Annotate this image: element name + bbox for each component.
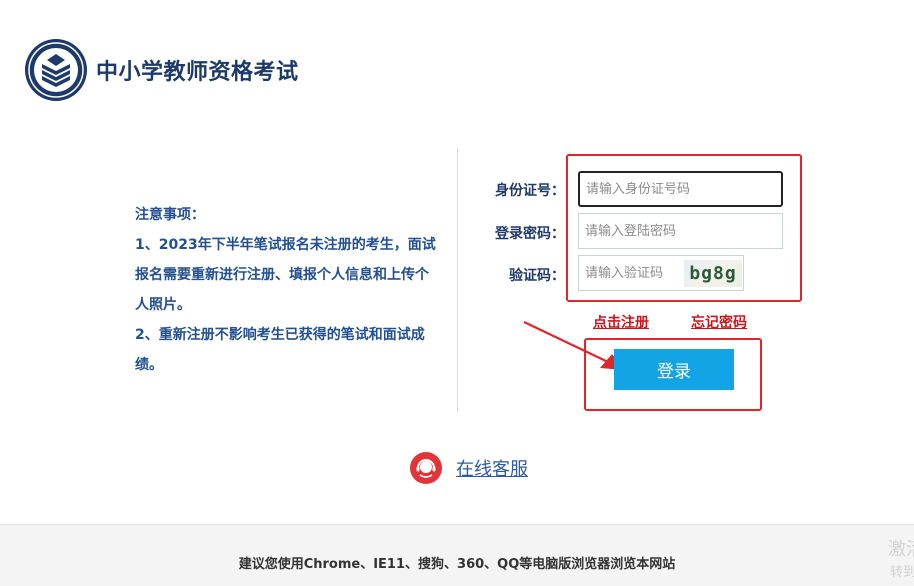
activation-watermark: 激活 xyxy=(888,539,914,560)
forgot-password-link[interactable]: 忘记密码 xyxy=(691,312,747,332)
online-support-link[interactable]: 在线客服 xyxy=(456,455,528,481)
id-number-input[interactable] xyxy=(578,171,783,207)
notice-panel: 注意事项： 1、2023年下半年笔试报名未注册的考生，面试报名需要重新进行注册、… xyxy=(135,200,440,380)
captcha-image[interactable]: bg8g xyxy=(684,260,742,287)
vertical-divider xyxy=(457,148,458,412)
password-label: 登录密码： xyxy=(495,226,565,242)
activation-watermark-sub: 转到 xyxy=(890,565,914,580)
footer: 建议您使用Chrome、IE11、搜狗、360、QQ等电脑版浏览器浏览本网站 激… xyxy=(0,524,914,586)
book-emblem-icon xyxy=(25,39,87,101)
password-input[interactable] xyxy=(578,213,783,249)
site-title: 中小学教师资格考试 xyxy=(96,60,299,85)
register-link[interactable]: 点击注册 xyxy=(593,312,649,332)
login-button[interactable]: 登录 xyxy=(614,349,734,390)
notice-heading: 注意事项： xyxy=(135,207,205,223)
customer-service-icon[interactable] xyxy=(410,452,442,484)
captcha-label: 验证码： xyxy=(509,268,565,284)
browser-recommendation: 建议您使用Chrome、IE11、搜狗、360、QQ等电脑版浏览器浏览本网站 xyxy=(238,557,676,572)
notice-line-2: 2、重新注册不影响考生已获得的笔试和面试成绩。 xyxy=(135,327,425,373)
id-number-label: 身份证号： xyxy=(495,183,565,199)
notice-line-1: 1、2023年下半年笔试报名未注册的考生，面试报名需要重新进行注册、填报个人信息… xyxy=(135,237,436,313)
